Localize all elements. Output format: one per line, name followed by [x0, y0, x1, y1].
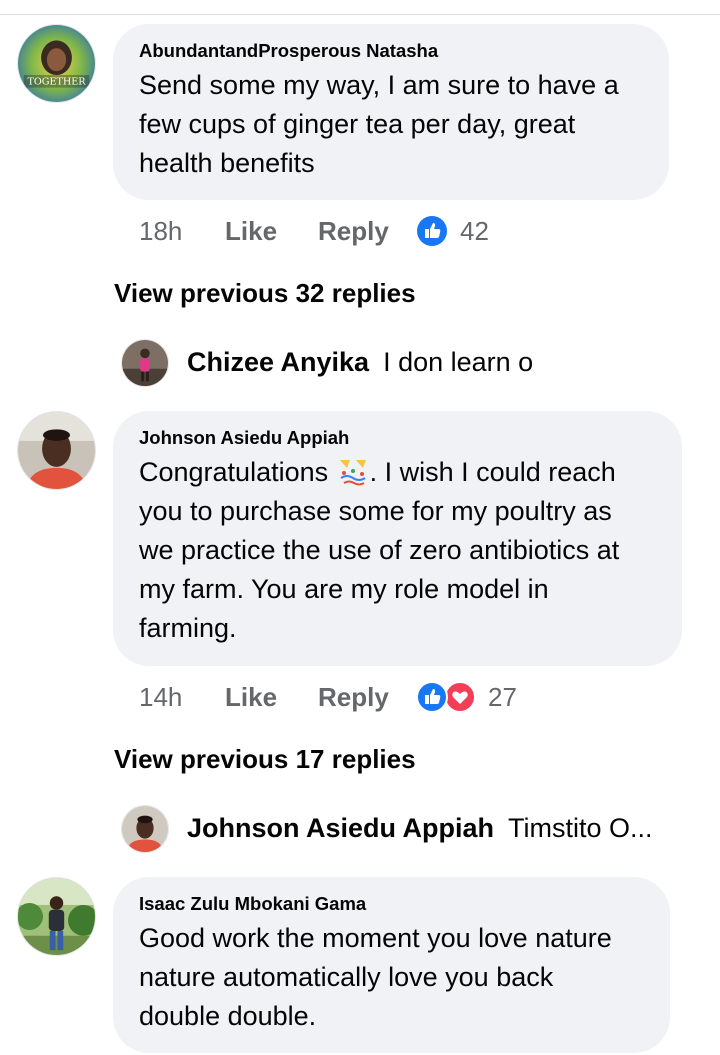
avatar-badge-text: TOGETHER: [27, 77, 86, 88]
top-divider: [0, 14, 720, 15]
avatar[interactable]: [17, 877, 96, 956]
comment-bubble[interactable]: Johnson Asiedu Appiah Congratulations . …: [113, 411, 682, 666]
party-popper-icon: [339, 460, 366, 486]
comment-text: Good work the moment you love nature nat…: [139, 919, 644, 1036]
avatar[interactable]: TOGETHER: [17, 24, 96, 103]
view-previous-replies[interactable]: View previous 17 replies: [114, 744, 416, 775]
reaction-count: 42: [460, 215, 489, 246]
comment-bubble[interactable]: AbundantandProsperous Natasha Send some …: [113, 24, 669, 200]
reply-author[interactable]: Chizee Anyika: [187, 347, 369, 378]
comment-text-line: Send some my way, I am sure to have a: [139, 70, 619, 100]
comment-text: Congratulations . I wish I could reach y…: [139, 453, 656, 648]
like-button[interactable]: Like: [225, 682, 318, 713]
comment-author[interactable]: Isaac Zulu Mbokani Gama: [139, 893, 644, 915]
avatar[interactable]: [17, 411, 96, 490]
avatar[interactable]: [121, 339, 169, 387]
comment-text-line: my farm. You are my role model in: [139, 574, 549, 604]
like-button[interactable]: Like: [225, 216, 318, 247]
comment-meta: 14h Like Reply 27: [139, 677, 517, 717]
comment-meta: 18h Like Reply 42: [139, 211, 489, 251]
comment-text-line: Good work the moment you love nature: [139, 923, 612, 953]
like-reaction-icon: [417, 216, 447, 246]
comment-author[interactable]: Johnson Asiedu Appiah: [139, 427, 656, 449]
comment-text: Send some my way, I am sure to have a fe…: [139, 66, 643, 183]
avatar-image: [18, 412, 95, 489]
comment-text-line: double double.: [139, 1001, 317, 1031]
view-previous-replies[interactable]: View previous 32 replies: [114, 278, 416, 309]
comment-text-line: few cups of ginger tea per day, great: [139, 109, 576, 139]
avatar-image: [122, 340, 168, 386]
comment-text-line: we practice the use of zero antibiotics …: [139, 535, 620, 565]
comment-text-segment: . I wish I could reach: [369, 457, 616, 487]
reaction-summary[interactable]: 42: [416, 215, 489, 247]
reply-button[interactable]: Reply: [318, 682, 416, 713]
reply-text: I don learn o: [383, 347, 534, 377]
comment-text-line: nature automatically love you back: [139, 962, 554, 992]
reply-author[interactable]: Johnson Asiedu Appiah: [187, 813, 494, 844]
comment-text-line: you to purchase some for my poultry as: [139, 496, 612, 526]
reaction-count: 27: [488, 681, 517, 712]
comment-author[interactable]: AbundantandProsperous Natasha: [139, 40, 643, 62]
avatar[interactable]: [121, 805, 169, 853]
comment-text-line: farming.: [139, 613, 237, 643]
like-love-reaction-icons: [416, 681, 476, 713]
reply-row: Chizee Anyika I don learn o: [187, 347, 533, 378]
comment-text-line: health benefits: [139, 148, 315, 178]
reaction-summary[interactable]: 27: [416, 681, 517, 713]
comment-text-line: Congratulations . I wish I could reach: [139, 453, 656, 492]
avatar-image: TOGETHER: [18, 25, 95, 102]
comment-timestamp[interactable]: 18h: [139, 216, 225, 247]
reply-text: Timstito O...: [508, 813, 653, 843]
avatar-image: [18, 878, 95, 955]
comment-bubble[interactable]: Isaac Zulu Mbokani Gama Good work the mo…: [113, 877, 670, 1053]
avatar-image: [122, 806, 168, 852]
comment-timestamp[interactable]: 14h: [139, 682, 225, 713]
comment-text-segment: Congratulations: [139, 457, 329, 487]
reply-row: Johnson Asiedu Appiah Timstito O...: [187, 813, 653, 844]
reply-button[interactable]: Reply: [318, 216, 416, 247]
